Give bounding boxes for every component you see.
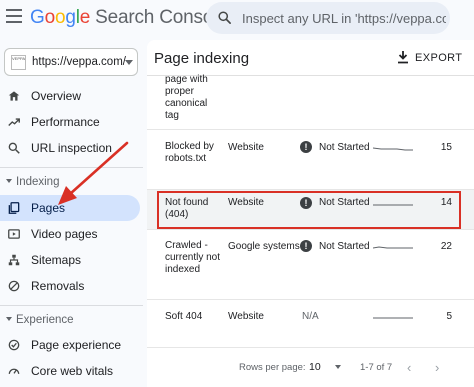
chevron-down-icon[interactable] [335,365,341,369]
reason-cell: Soft 404 [165,311,203,322]
logo-letter: G [30,7,45,28]
rows-per-page-label: Rows per page: [239,362,306,373]
sidebar-item-url-inspection[interactable]: URL inspection [0,135,140,161]
table-row[interactable]: Crawled - currently not indexed Google s… [147,230,474,300]
reason-cell: Blocked by robots.txt [165,141,214,164]
sitemap-icon [8,254,20,266]
section-label: Experience [16,314,74,326]
property-selector[interactable]: VEPPA https://veppa.com/ [4,48,138,76]
validation-cell: N/A [302,311,319,322]
sidebar-item-label: Video pages [31,227,98,241]
reason-cell: Crawled - currently not indexed [165,240,221,275]
table-row[interactable]: Blocked by robots.txt Website ! Not Star… [147,130,474,190]
chevron-down-icon [6,317,12,321]
previous-page-button[interactable]: ‹ [407,360,411,375]
sidebar-item-label: Removals [31,279,85,293]
logo-letter: o [54,7,66,28]
section-label: Indexing [16,176,60,188]
pages-icon [8,202,20,214]
search-input[interactable] [242,8,446,28]
logo-letter: e [79,7,91,28]
source-cell: Website [228,311,264,322]
speed-icon [8,368,20,375]
pages-count: 5 [446,311,452,322]
sidebar-divider [0,167,143,168]
sidebar-item-label: Performance [31,115,100,129]
sidebar-item-overview[interactable]: Overview [0,83,140,109]
sidebar-item-performance[interactable]: Performance [0,109,140,135]
validation-cell: Not Started [319,142,370,153]
source-cell: Google systems [228,241,300,252]
sidebar-item-label: URL inspection [31,141,112,155]
table-pagination: Rows per page: 10 1-7 of 7 ‹ › [147,348,474,387]
sidebar-item-page-experience[interactable]: Page experience [0,332,140,358]
logo-letter: o [44,7,56,28]
page-indexing-panel: Page indexing EXPORT page with proper ca… [147,40,474,387]
source-cell: Website [228,142,264,153]
logo-letter: g [65,7,76,28]
sidebar-item-pages[interactable]: Pages [0,195,140,221]
sidebar-item-label: Page experience [31,338,122,352]
search-console-app: GoogleSearch Console VEPPA https://veppa… [0,0,474,387]
home-icon [8,91,20,101]
panel-header: Page indexing EXPORT [147,40,474,76]
sidebar: VEPPA https://veppa.com/ Overview Perfor… [0,40,143,387]
sidebar-divider [0,305,143,306]
chevron-down-icon [6,179,12,183]
property-favicon-icon: VEPPA [11,55,26,70]
export-button[interactable]: EXPORT [415,52,462,64]
sidebar-item-removals[interactable]: Removals [0,273,140,299]
info-icon: ! [300,240,312,252]
pages-count: 15 [440,142,452,153]
trending-up-icon [8,118,20,126]
search-icon [218,11,231,24]
section-experience[interactable]: Experience [0,311,143,331]
chevron-down-icon [125,60,133,65]
pagination-range: 1-7 of 7 [360,362,393,373]
validation-cell: Not Started [319,241,370,252]
pages-count: 22 [440,241,452,252]
main-menu-icon[interactable] [6,9,22,23]
search-console-logo[interactable]: Google Search Console [30,7,228,29]
page-title: Page indexing [154,50,250,67]
table-row[interactable]: Soft 404 Website N/A 5 [147,300,474,348]
search-icon [8,142,20,154]
next-page-button[interactable]: › [435,360,439,375]
rows-per-page-select[interactable]: 10 [309,361,321,373]
sidebar-item-label: Pages [31,201,66,215]
sidebar-item-core-web-vitals[interactable]: Core web vitals [0,358,140,384]
url-inspection-search[interactable] [206,2,450,34]
removals-icon [8,280,20,292]
trend-sparkline [373,147,413,151]
sidebar-item-video-pages[interactable]: Video pages [0,221,140,247]
sidebar-item-label: Overview [31,89,82,103]
top-bar: Google Search Console [0,0,474,40]
sidebar-item-label: Sitemaps [31,253,82,267]
video-icon [8,229,20,239]
section-indexing[interactable]: Indexing [0,173,143,193]
trend-sparkline [373,317,413,319]
table-row[interactable]: page with proper canonical tag [147,74,474,130]
download-icon[interactable] [397,50,409,64]
trend-sparkline [373,246,413,249]
info-icon: ! [300,141,312,153]
property-url: https://veppa.com/ [32,56,126,68]
highlight-box [157,191,461,229]
page-experience-icon [8,339,20,351]
sidebar-item-sitemaps[interactable]: Sitemaps [0,247,140,273]
sidebar-item-label: Core web vitals [31,364,114,378]
reason-cell: page with proper canonical tag [165,74,208,121]
